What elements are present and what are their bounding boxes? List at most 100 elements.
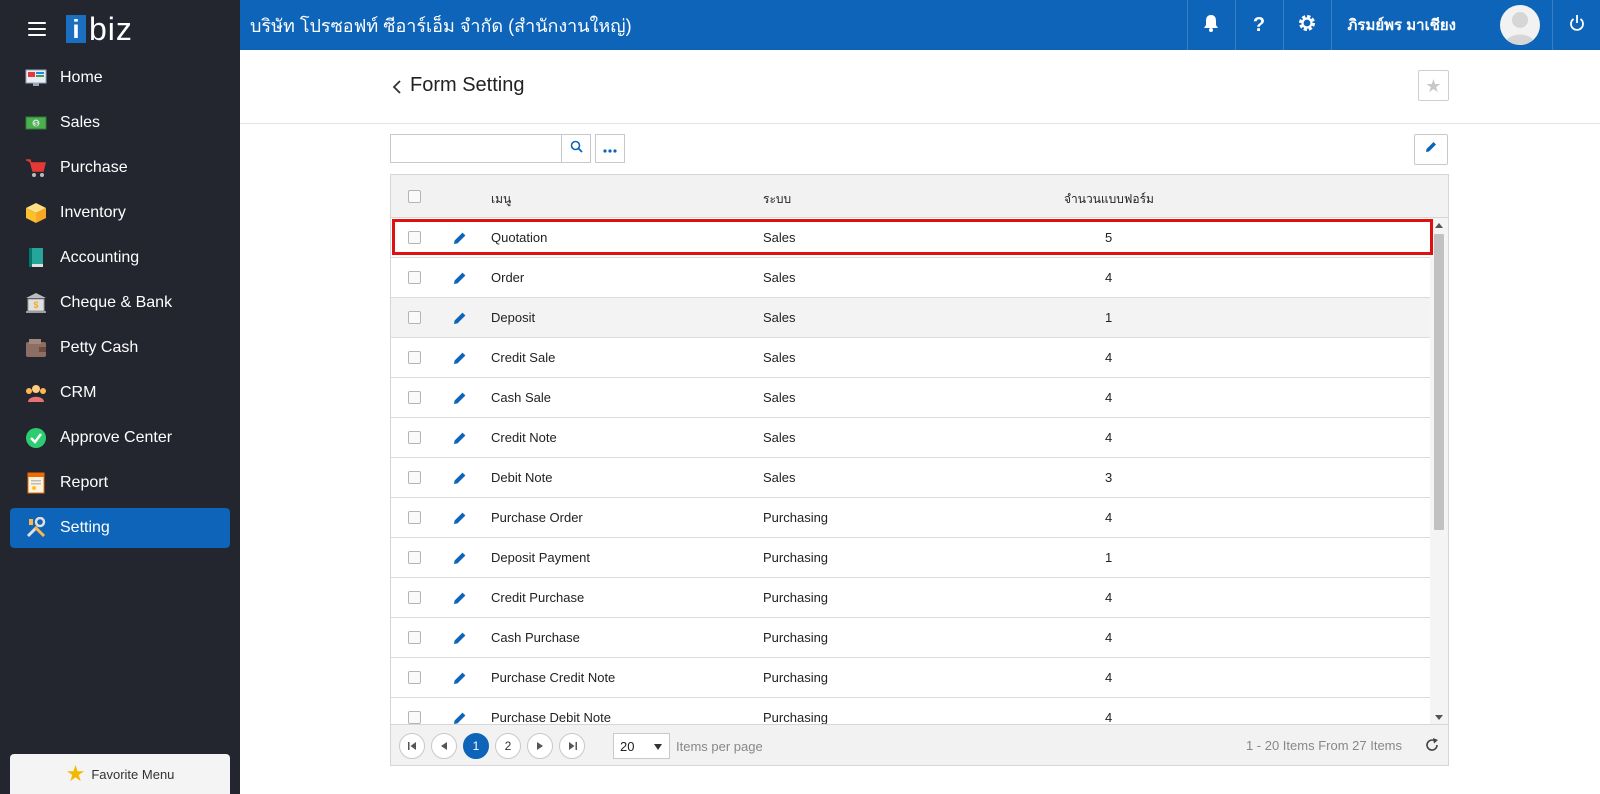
row-checkbox[interactable] bbox=[408, 431, 421, 444]
notification-button[interactable] bbox=[1186, 0, 1235, 50]
row-checkbox[interactable] bbox=[408, 711, 421, 724]
table-row[interactable]: Cash Sale Sales 4 bbox=[391, 378, 1430, 418]
table-row[interactable]: Order Sales 4 bbox=[391, 258, 1430, 298]
cell-count: 4 bbox=[1105, 430, 1113, 445]
first-page-icon bbox=[407, 739, 417, 753]
cell-count: 1 bbox=[1105, 310, 1113, 325]
row-checkbox[interactable] bbox=[408, 231, 421, 244]
pencil-icon[interactable] bbox=[452, 310, 468, 326]
bell-icon bbox=[1203, 14, 1219, 37]
favorite-menu-button[interactable]: ★ Favorite Menu bbox=[10, 754, 230, 794]
sidebar-item-label: Inventory bbox=[60, 204, 126, 221]
pencil-icon[interactable] bbox=[452, 550, 468, 566]
back-arrow-icon[interactable] bbox=[390, 78, 404, 96]
items-per-page-select[interactable]: 20 bbox=[613, 733, 670, 759]
table-row[interactable]: Credit Purchase Purchasing 4 bbox=[391, 578, 1430, 618]
pencil-icon[interactable] bbox=[452, 350, 468, 366]
page-2-button[interactable]: 2 bbox=[495, 733, 521, 759]
pencil-icon[interactable] bbox=[452, 390, 468, 406]
row-checkbox[interactable] bbox=[408, 591, 421, 604]
row-checkbox[interactable] bbox=[408, 551, 421, 564]
pencil-icon[interactable] bbox=[452, 470, 468, 486]
sidebar-item-setting[interactable]: Setting bbox=[10, 508, 230, 548]
row-checkbox[interactable] bbox=[408, 511, 421, 524]
column-header-system[interactable]: ระบบ bbox=[763, 190, 791, 209]
table-row[interactable]: Quotation Sales 5 bbox=[391, 218, 1430, 258]
row-checkbox[interactable] bbox=[408, 391, 421, 404]
favorite-star-button[interactable]: ★ bbox=[1418, 70, 1449, 101]
page-1-button[interactable]: 1 bbox=[463, 733, 489, 759]
sidebar-item-label: Sales bbox=[60, 114, 101, 131]
row-checkbox[interactable] bbox=[408, 271, 421, 284]
cell-system: Purchasing bbox=[763, 670, 829, 685]
search-button[interactable] bbox=[561, 134, 591, 163]
more-options-button[interactable] bbox=[595, 134, 625, 163]
column-header-count[interactable]: จำนวนแบบฟอร์ม bbox=[1064, 190, 1154, 209]
table-row[interactable]: Credit Sale Sales 4 bbox=[391, 338, 1430, 378]
sidebar-item-accounting[interactable]: Accounting bbox=[10, 238, 230, 278]
sidebar-item-crm[interactable]: CRM bbox=[10, 373, 230, 413]
table-row[interactable]: Credit Note Sales 4 bbox=[391, 418, 1430, 458]
sidebar-item-sales[interactable]: $ Sales bbox=[10, 103, 230, 143]
pencil-icon[interactable] bbox=[452, 630, 468, 646]
scrollbar-thumb[interactable] bbox=[1434, 234, 1444, 530]
items-per-page-label: Items per page bbox=[676, 739, 763, 754]
sidebar-item-label: Accounting bbox=[60, 249, 140, 266]
sidebar-item-cheque-bank[interactable]: $ Cheque & Bank bbox=[10, 283, 230, 323]
form-setting-grid: เมนู ระบบ จำนวนแบบฟอร์ม Quotation Sales … bbox=[390, 174, 1449, 766]
user-name[interactable]: ภิรมย์พร มาเชียง bbox=[1330, 0, 1472, 50]
row-checkbox[interactable] bbox=[408, 351, 421, 364]
refresh-icon[interactable] bbox=[1424, 737, 1440, 753]
logout-button[interactable] bbox=[1552, 0, 1600, 50]
pencil-icon[interactable] bbox=[452, 230, 468, 246]
table-row[interactable]: Deposit Sales 1 bbox=[391, 298, 1430, 338]
gear-icon bbox=[1297, 13, 1317, 38]
cell-count: 4 bbox=[1105, 270, 1113, 285]
pencil-icon[interactable] bbox=[452, 430, 468, 446]
sidebar-item-purchase[interactable]: Purchase bbox=[10, 148, 230, 188]
prev-page-icon bbox=[441, 739, 447, 753]
select-all-checkbox[interactable] bbox=[408, 190, 421, 203]
page-header: Form Setting ★ bbox=[240, 50, 1600, 124]
settings-button[interactable] bbox=[1282, 0, 1331, 50]
table-row[interactable]: Purchase Credit Note Purchasing 4 bbox=[391, 658, 1430, 698]
table-row[interactable]: Debit Note Sales 3 bbox=[391, 458, 1430, 498]
sidebar-item-inventory[interactable]: Inventory bbox=[10, 193, 230, 233]
column-header-menu[interactable]: เมนู bbox=[491, 190, 511, 209]
sidebar-item-approve-center[interactable]: Approve Center bbox=[10, 418, 230, 458]
pencil-icon[interactable] bbox=[452, 590, 468, 606]
row-checkbox[interactable] bbox=[408, 631, 421, 644]
scroll-down-arrow-icon[interactable] bbox=[1430, 710, 1448, 724]
app-logo[interactable]: i biz bbox=[66, 13, 133, 45]
row-checkbox[interactable] bbox=[408, 311, 421, 324]
pencil-icon[interactable] bbox=[452, 670, 468, 686]
search-input[interactable] bbox=[390, 134, 561, 163]
people-icon bbox=[24, 382, 48, 404]
ellipsis-icon bbox=[603, 140, 617, 158]
scroll-up-arrow-icon[interactable] bbox=[1430, 218, 1448, 232]
table-row[interactable]: Cash Purchase Purchasing 4 bbox=[391, 618, 1430, 658]
row-checkbox[interactable] bbox=[408, 471, 421, 484]
grid-scrollbar[interactable] bbox=[1430, 218, 1448, 724]
sidebar-item-home[interactable]: Home bbox=[10, 58, 230, 98]
avatar[interactable] bbox=[1500, 5, 1540, 45]
prev-page-button[interactable] bbox=[431, 733, 457, 759]
table-row[interactable]: Purchase Order Purchasing 4 bbox=[391, 498, 1430, 538]
table-row[interactable]: Deposit Payment Purchasing 1 bbox=[391, 538, 1430, 578]
edit-button[interactable] bbox=[1414, 134, 1448, 165]
cell-system: Sales bbox=[763, 310, 796, 325]
row-checkbox[interactable] bbox=[408, 671, 421, 684]
hamburger-menu-icon[interactable] bbox=[28, 22, 46, 36]
pencil-icon[interactable] bbox=[452, 510, 468, 526]
pencil-icon bbox=[1424, 140, 1438, 159]
favorite-menu-label: Favorite Menu bbox=[91, 766, 175, 782]
last-page-button[interactable] bbox=[559, 733, 585, 759]
sidebar-item-petty-cash[interactable]: Petty Cash bbox=[10, 328, 230, 368]
pencil-icon[interactable] bbox=[452, 270, 468, 286]
pencil-icon[interactable] bbox=[452, 710, 468, 724]
table-row[interactable]: Purchase Debit Note Purchasing 4 bbox=[391, 698, 1430, 724]
help-button[interactable]: ? bbox=[1234, 0, 1283, 50]
next-page-button[interactable] bbox=[527, 733, 553, 759]
sidebar-item-report[interactable]: Report bbox=[10, 463, 230, 503]
first-page-button[interactable] bbox=[399, 733, 425, 759]
